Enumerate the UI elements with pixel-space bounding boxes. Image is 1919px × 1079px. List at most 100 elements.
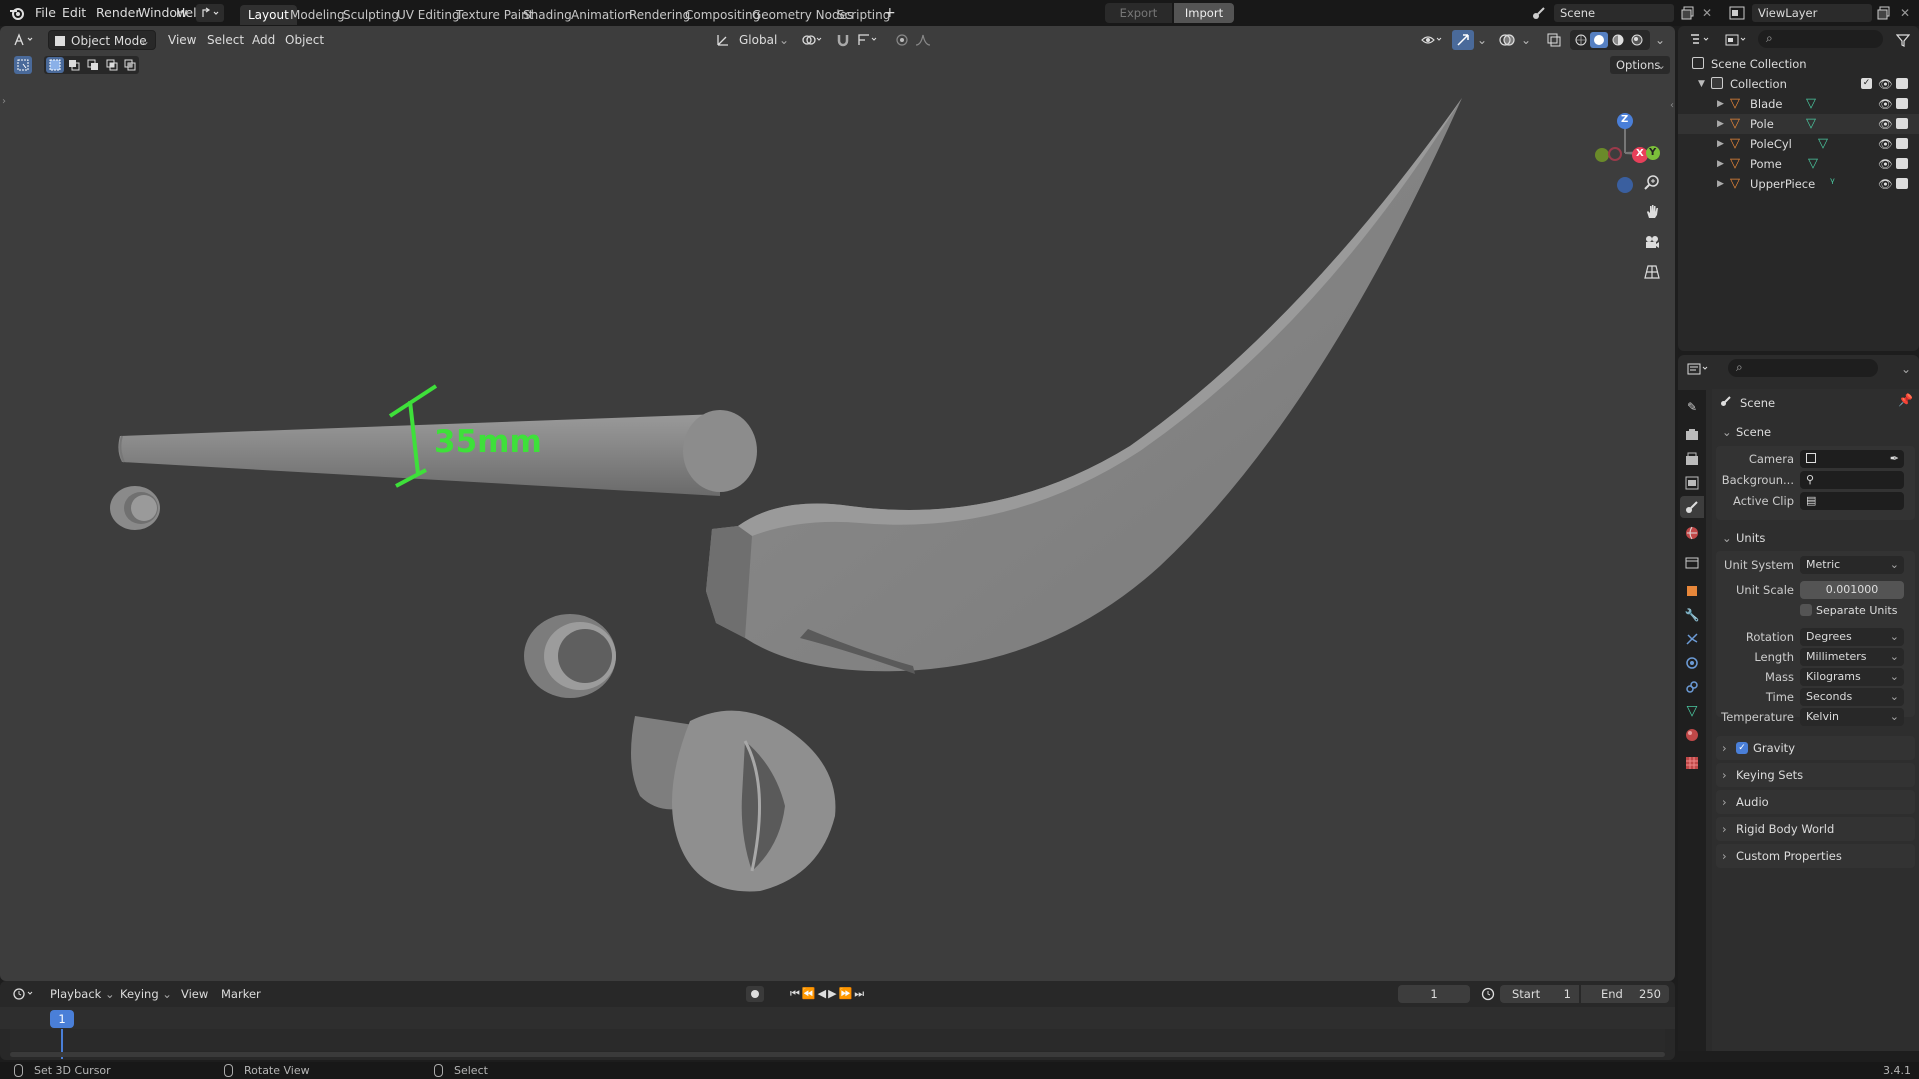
outliner-item-pome[interactable]: ▶ ▽ Pome ▽ 👁 <box>1678 154 1919 174</box>
background-field[interactable]: ⚲ <box>1800 471 1904 489</box>
mesh-data-icon[interactable]: ᵞ <box>1830 174 1835 194</box>
current-frame-field[interactable]: 1 <box>1398 985 1470 1003</box>
exclude-checkbox[interactable]: ✓ <box>1861 78 1872 89</box>
mesh-data-icon[interactable]: ▽ <box>1806 94 1816 114</box>
perspective-grid-icon[interactable] <box>1640 260 1664 284</box>
scene-tab-icon[interactable] <box>1680 496 1704 518</box>
filter-icon[interactable] <box>1893 30 1913 50</box>
chevron-down-icon[interactable]: ⌄ <box>1898 359 1914 379</box>
modifier-wrench-icon[interactable]: 🔧 <box>1683 606 1701 624</box>
import-button[interactable]: Import <box>1174 3 1234 23</box>
view-layer-tab-icon[interactable] <box>1683 474 1701 492</box>
gravity-panel-header[interactable]: › ✓ Gravity <box>1716 736 1915 760</box>
eye-icon[interactable]: 👁 <box>1878 94 1893 114</box>
display-mode-icon[interactable] <box>1722 30 1752 50</box>
rotation-dropdown[interactable]: Degrees ⌄ <box>1800 628 1904 646</box>
tool-tab-icon[interactable]: ✎ <box>1683 398 1701 416</box>
timeline-track-area[interactable] <box>10 1029 1665 1051</box>
output-tab-icon[interactable] <box>1683 450 1701 468</box>
timeline-editor[interactable]: Playback ⌄ Keying ⌄ View Marker ⏮⏪◀▶⏩⏭ 1… <box>0 981 1675 1060</box>
units-panel-header[interactable]: ⌄ Units <box>1716 526 1915 550</box>
new-scene-icon[interactable] <box>1678 4 1698 22</box>
keying-menu[interactable]: Keying ⌄ <box>120 985 172 1003</box>
eye-icon[interactable]: 👁 <box>1878 134 1893 154</box>
eye-icon[interactable]: 👁 <box>1878 74 1893 94</box>
jump-keyframe-forward-icon[interactable]: ⏩ <box>839 987 855 1000</box>
scene-selector-icon[interactable] <box>1526 4 1552 22</box>
blender-logo-icon[interactable] <box>8 4 26 22</box>
timeline-view-menu[interactable]: View <box>181 985 208 1003</box>
length-dropdown[interactable]: Millimeters ⌄ <box>1800 648 1904 666</box>
timeline-scrollbar[interactable] <box>10 1052 1665 1057</box>
render-camera-icon[interactable] <box>1896 158 1908 169</box>
gravity-checkbox[interactable]: ✓ <box>1736 742 1748 754</box>
collar-ring-object[interactable] <box>524 614 616 698</box>
outliner-editor-type-icon[interactable] <box>1686 30 1716 50</box>
play-icon[interactable]: ▶ <box>828 987 838 1000</box>
small-ring-object[interactable] <box>110 486 160 530</box>
end-frame-field[interactable]: End 250 <box>1581 985 1669 1003</box>
render-camera-icon[interactable] <box>1896 118 1908 129</box>
delete-view-layer-icon[interactable]: ✕ <box>1896 4 1914 22</box>
scene-panel-header[interactable]: ⌄ Scene <box>1716 420 1915 444</box>
audio-panel-header[interactable]: › Audio <box>1716 790 1915 814</box>
outliner-item-polecyl[interactable]: ▶ ▽ PoleCyl ▽ 👁 <box>1678 134 1919 154</box>
camera-view-icon[interactable] <box>1640 230 1664 254</box>
pan-hand-icon[interactable] <box>1640 200 1664 224</box>
properties-search-input[interactable]: ⌕ <box>1728 359 1878 377</box>
playhead-frame-indicator[interactable]: 1 <box>50 1010 74 1028</box>
outliner-item-upperpiece[interactable]: ▶ ▽ UpperPiece ᵞ 👁 <box>1678 174 1919 194</box>
expand-arrow-icon[interactable]: ▶ <box>1717 134 1724 154</box>
collection-row[interactable]: ▼ Collection ✓ 👁 <box>1678 74 1919 94</box>
render-camera-icon[interactable] <box>1896 138 1908 149</box>
camera-field[interactable]: ✒ <box>1800 450 1904 468</box>
scene-name-field[interactable]: Scene <box>1554 4 1674 22</box>
sidebar-toggle-icon[interactable]: ‹ <box>1670 100 1674 111</box>
scene-collection-row[interactable]: Scene Collection <box>1678 54 1919 74</box>
expand-arrow-icon[interactable]: ▼ <box>1698 74 1705 94</box>
time-dropdown[interactable]: Seconds ⌄ <box>1800 688 1904 706</box>
outliner-item-pole[interactable]: ▶ ▽ Pole ▽ 👁 <box>1678 114 1919 134</box>
zoom-icon[interactable] <box>1640 170 1664 194</box>
preview-range-icon[interactable] <box>1478 985 1498 1003</box>
mesh-data-tab-icon[interactable]: ▽ <box>1683 702 1701 720</box>
custom-properties-panel-header[interactable]: › Custom Properties <box>1716 844 1915 868</box>
unit-scale-field[interactable]: 0.001000 <box>1800 581 1904 599</box>
render-camera-icon[interactable] <box>1896 78 1908 89</box>
world-tab-icon[interactable] <box>1683 524 1701 542</box>
frame-ruler[interactable]: 10 20 30 40 50 60 70 80 90 100 110 120 1… <box>0 1007 1675 1051</box>
constraints-tab-icon[interactable] <box>1683 678 1701 696</box>
outliner-search-input[interactable]: ⌕ <box>1758 30 1883 48</box>
upload-icon[interactable] <box>196 4 224 22</box>
eye-icon[interactable]: 👁 <box>1878 154 1893 174</box>
view-layer-icon[interactable] <box>1724 4 1750 22</box>
texture-tab-icon[interactable] <box>1683 754 1701 772</box>
expand-arrow-icon[interactable]: ▶ <box>1717 114 1724 134</box>
eye-icon[interactable]: 👁 <box>1878 174 1893 194</box>
active-clip-field[interactable]: ▤ <box>1800 492 1904 510</box>
timeline-editor-type-icon[interactable] <box>10 985 40 1003</box>
blade-object[interactable] <box>706 98 1462 674</box>
start-frame-field[interactable]: Start 1 <box>1500 985 1579 1003</box>
object-tab-icon[interactable] <box>1683 582 1701 600</box>
physics-tab-icon[interactable] <box>1683 654 1701 672</box>
collection-tab-icon[interactable] <box>1683 554 1701 572</box>
toolbar-toggle-icon[interactable]: › <box>2 96 6 107</box>
expand-arrow-icon[interactable]: ▶ <box>1717 94 1724 114</box>
menu-file[interactable]: File <box>35 0 56 26</box>
mesh-data-icon[interactable]: ▽ <box>1806 114 1816 134</box>
separate-units-checkbox[interactable]: Separate Units <box>1800 603 1897 619</box>
rigid-body-world-panel-header[interactable]: › Rigid Body World <box>1716 817 1915 841</box>
render-camera-icon[interactable] <box>1896 178 1908 189</box>
add-workspace-icon[interactable]: + <box>884 0 896 26</box>
auto-keying-record-icon[interactable] <box>746 986 764 1002</box>
render-camera-icon[interactable] <box>1896 98 1908 109</box>
render-tab-icon[interactable] <box>1683 426 1701 444</box>
pin-icon[interactable]: 📌 <box>1898 393 1913 407</box>
menu-render[interactable]: Render <box>96 0 141 26</box>
delete-scene-icon[interactable]: ✕ <box>1698 4 1716 22</box>
mesh-data-icon[interactable]: ▽ <box>1808 154 1818 174</box>
jump-start-icon[interactable]: ⏮ <box>790 987 802 1000</box>
menu-edit[interactable]: Edit <box>62 0 86 26</box>
playback-menu[interactable]: Playback ⌄ <box>50 985 115 1003</box>
